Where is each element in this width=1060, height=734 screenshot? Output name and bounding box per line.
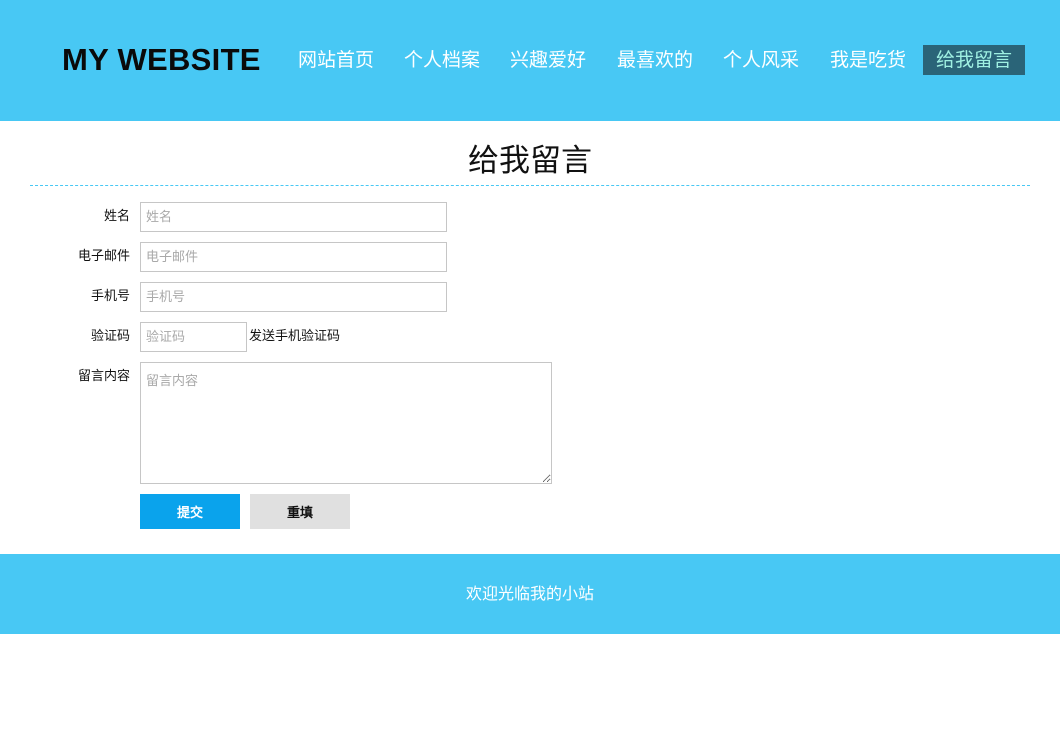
nav-item-hobbies[interactable]: 兴趣爱好 bbox=[510, 45, 586, 75]
nav-item-gallery[interactable]: 个人风采 bbox=[723, 45, 799, 75]
nav-item-favorites[interactable]: 最喜欢的 bbox=[617, 45, 693, 75]
nav-item-profile[interactable]: 个人档案 bbox=[404, 45, 480, 75]
name-label: 姓名 bbox=[103, 209, 130, 224]
nav-item-message[interactable]: 给我留言 bbox=[923, 45, 1026, 75]
submit-button[interactable]: 提交 bbox=[140, 494, 240, 529]
site-header: MY WEBSITE 网站首页 个人档案 兴趣爱好 最喜欢的 个人风采 我是吃货… bbox=[0, 0, 1060, 121]
code-label: 验证码 bbox=[90, 329, 130, 344]
message-label: 留言内容 bbox=[77, 369, 130, 384]
nav-item-home[interactable]: 网站首页 bbox=[298, 45, 374, 75]
title-divider bbox=[30, 185, 1030, 186]
nav-item-foodie[interactable]: 我是吃货 bbox=[830, 45, 906, 75]
code-input[interactable] bbox=[140, 322, 247, 352]
site-logo[interactable]: MY WEBSITE bbox=[62, 40, 261, 80]
email-input[interactable] bbox=[140, 242, 447, 272]
phone-input[interactable] bbox=[140, 282, 447, 312]
email-label: 电子邮件 bbox=[77, 249, 130, 264]
page-title: 给我留言 bbox=[468, 143, 592, 179]
phone-label: 手机号 bbox=[90, 289, 130, 304]
site-footer: 欢迎光临我的小站 bbox=[0, 554, 1060, 634]
message-textarea[interactable] bbox=[140, 362, 552, 484]
send-code-link[interactable]: 发送手机验证码 bbox=[249, 322, 340, 352]
name-input[interactable] bbox=[140, 202, 447, 232]
reset-button[interactable]: 重填 bbox=[250, 494, 350, 529]
